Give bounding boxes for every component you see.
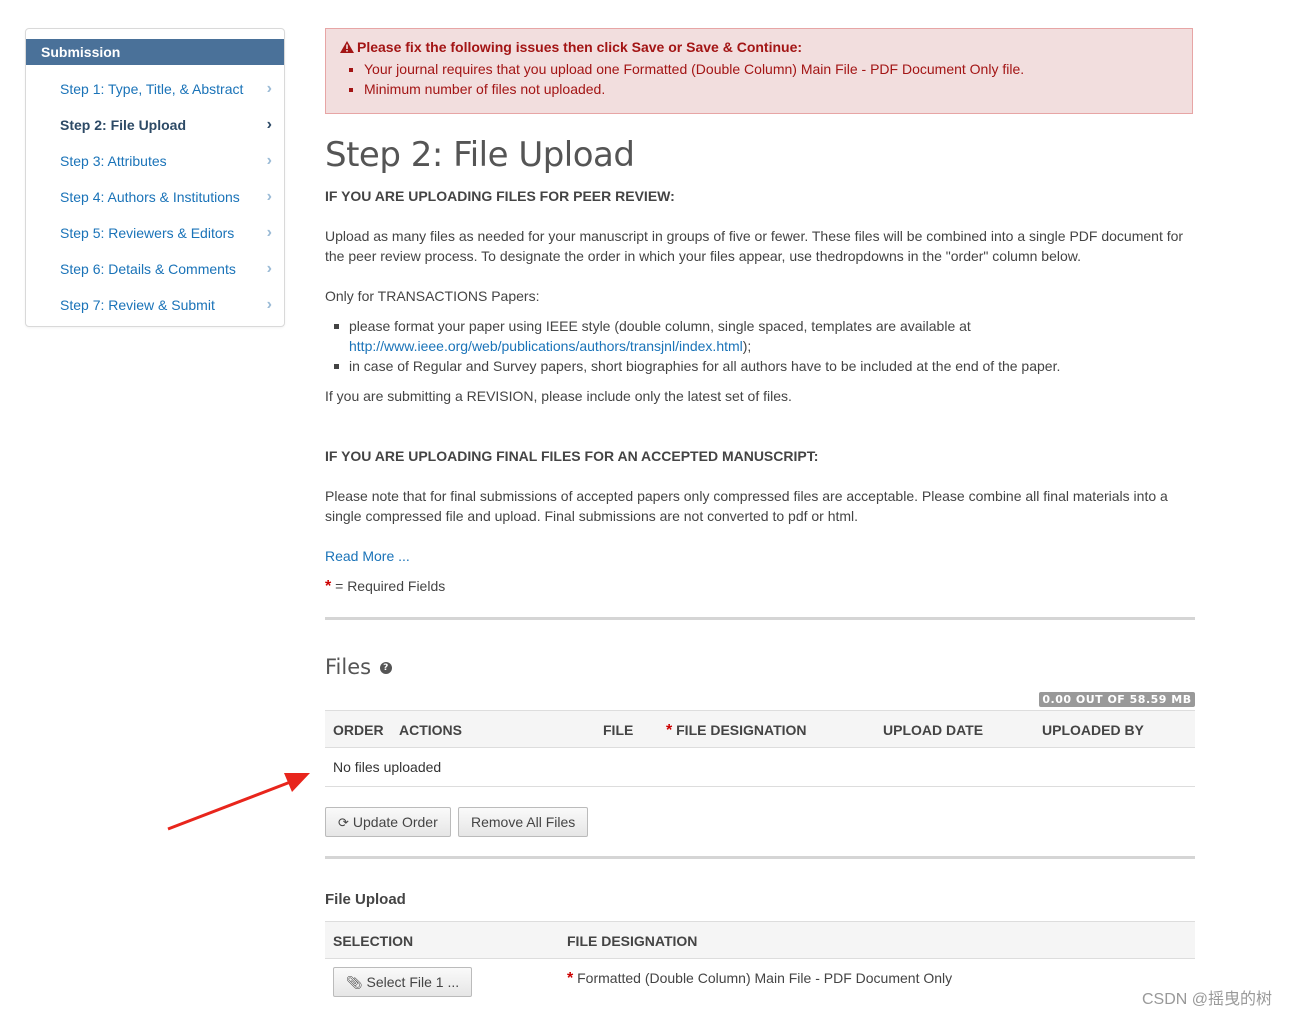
paperclip-icon: 📎︎ [346, 975, 363, 990]
sidebar-item-label: Step 4: Authors & Institutions [60, 189, 240, 205]
bullet-dot [334, 324, 339, 329]
no-files-message: No files uploaded [333, 759, 442, 775]
sidebar-item-step-7[interactable]: Step 7: Review & Submit › [60, 295, 284, 331]
chevron-right-icon: › [266, 116, 272, 133]
remove-all-files-label: Remove All Files [471, 814, 576, 830]
sidebar-item-step-3[interactable]: Step 3: Attributes › [60, 151, 284, 187]
sidebar-item-step-2[interactable]: Step 2: File Upload › [60, 115, 284, 151]
required-star: * [666, 722, 673, 739]
warning-triangle-icon [340, 41, 354, 53]
required-star: * [567, 970, 574, 987]
remove-all-files-button[interactable]: Remove All Files [458, 807, 589, 837]
final-text-line-1: Please note that for final submissions o… [325, 488, 1168, 504]
required-fields-note: * = Required Fields [325, 576, 1193, 597]
sidebar-title: Submission [26, 39, 284, 65]
upload-table-header: SELECTION FILE DESIGNATION [325, 921, 1195, 959]
select-file-button[interactable]: 📎︎ Select File 1 ... [333, 967, 473, 997]
col-upload-date: UPLOAD DATE [883, 722, 984, 738]
required-star: * [325, 578, 332, 595]
chevron-right-icon: › [266, 152, 272, 169]
col-selection: SELECTION [333, 933, 414, 949]
upload-designation-value: Formatted (Double Column) Main File - PD… [577, 970, 953, 986]
final-text-line-2: single compressed file and upload. Final… [325, 508, 859, 524]
file-upload-heading: File Upload [325, 891, 406, 908]
table-row: No files uploaded [325, 748, 1195, 787]
sidebar-item-label: Step 6: Details & Comments [60, 261, 236, 277]
sidebar-item-label: Step 2: File Upload [60, 117, 187, 133]
alert-title-text: Please fix the following issues then cli… [357, 39, 803, 55]
bullet-1-end: ); [742, 338, 752, 354]
sidebar-item-step-5[interactable]: Step 5: Reviewers & Editors › [60, 223, 284, 259]
select-file-label: Select File 1 ... [366, 974, 460, 990]
chevron-right-icon: › [266, 260, 272, 277]
ieee-template-link[interactable]: http://www.ieee.org/web/publications/aut… [349, 338, 743, 354]
col-file-designation: * FILE DESIGNATION [666, 722, 807, 740]
error-alert: Please fix the following issues then cli… [325, 28, 1193, 114]
submission-sidebar: Submission Step 1: Type, Title, & Abstra… [25, 28, 285, 327]
bullet-dot [334, 364, 339, 369]
question-circle-icon[interactable]: ? [379, 662, 392, 674]
peer-review-text-line-2: the peer review process. To designate th… [325, 248, 1082, 264]
chevron-right-icon: › [266, 188, 272, 205]
page-title: Step 2: File Upload [325, 135, 635, 175]
sidebar-item-label: Step 3: Attributes [60, 153, 167, 169]
peer-review-text-line-1: Upload as many files as needed for your … [325, 228, 1184, 244]
alert-item: Your journal requires that you upload on… [364, 59, 1024, 79]
bullet-2: in case of Regular and Survey papers, sh… [349, 358, 1061, 374]
col-uploaded-by: UPLOADED BY [1042, 722, 1144, 738]
col-file-designation-label: FILE DESIGNATION [676, 722, 807, 738]
alert-list: Your journal requires that you upload on… [340, 59, 1024, 99]
storage-quota-badge: 0.00 OUT OF 58.59 MB [1039, 692, 1195, 707]
required-fields-label: = Required Fields [335, 578, 446, 594]
files-table-header: ORDER ACTIONS FILE * FILE DESIGNATION UP… [325, 710, 1195, 748]
refresh-icon: ⟳ [338, 815, 349, 830]
sidebar-item-label: Step 1: Type, Title, & Abstract [60, 81, 244, 97]
sidebar-item-label: Step 5: Reviewers & Editors [60, 225, 235, 241]
sidebar-item-step-1[interactable]: Step 1: Type, Title, & Abstract › [60, 79, 284, 115]
upload-designation: * Formatted (Double Column) Main File - … [567, 968, 1167, 989]
read-more-link[interactable]: Read More ... [325, 546, 1193, 566]
col-order: ORDER [333, 722, 384, 738]
col-actions: ACTIONS [399, 722, 462, 738]
sidebar-item-step-4[interactable]: Step 4: Authors & Institutions › [60, 187, 284, 223]
sidebar-item-label: Step 7: Review & Submit [60, 297, 215, 313]
files-heading-text: Files [325, 655, 372, 679]
section-divider [325, 856, 1195, 859]
watermark: CSDN @摇曳的树 [1142, 991, 1273, 1008]
files-heading: Files ? [325, 655, 392, 679]
chevron-right-icon: › [266, 80, 272, 97]
alert-title: Please fix the following issues then cli… [340, 39, 802, 55]
update-order-label: Update Order [352, 814, 438, 830]
arrow-head [284, 773, 310, 792]
alert-item: Minimum number of files not uploaded. [364, 79, 1024, 99]
col-designation: FILE DESIGNATION [567, 933, 698, 949]
bullet-1-line-2: http://www.ieee.org/web/publications/aut… [349, 336, 1193, 356]
chevron-right-icon: › [266, 296, 272, 313]
chevron-right-icon: › [266, 224, 272, 241]
update-order-button[interactable]: ⟳ Update Order [325, 807, 451, 837]
sidebar-item-step-6[interactable]: Step 6: Details & Comments › [60, 259, 284, 295]
arrow-shaft [167, 779, 294, 831]
final-files-heading: IF YOU ARE UPLOADING FINAL FILES FOR AN … [325, 448, 819, 464]
revision-note: If you are submitting a REVISION, please… [325, 388, 792, 404]
col-file: FILE [603, 722, 634, 738]
peer-review-heading: IF YOU ARE UPLOADING FILES FOR PEER REVI… [325, 188, 675, 204]
transactions-intro: Only for TRANSACTIONS Papers: [325, 288, 540, 304]
bullet-1-line-1: please format your paper using IEEE styl… [349, 318, 971, 334]
section-divider [325, 617, 1195, 620]
